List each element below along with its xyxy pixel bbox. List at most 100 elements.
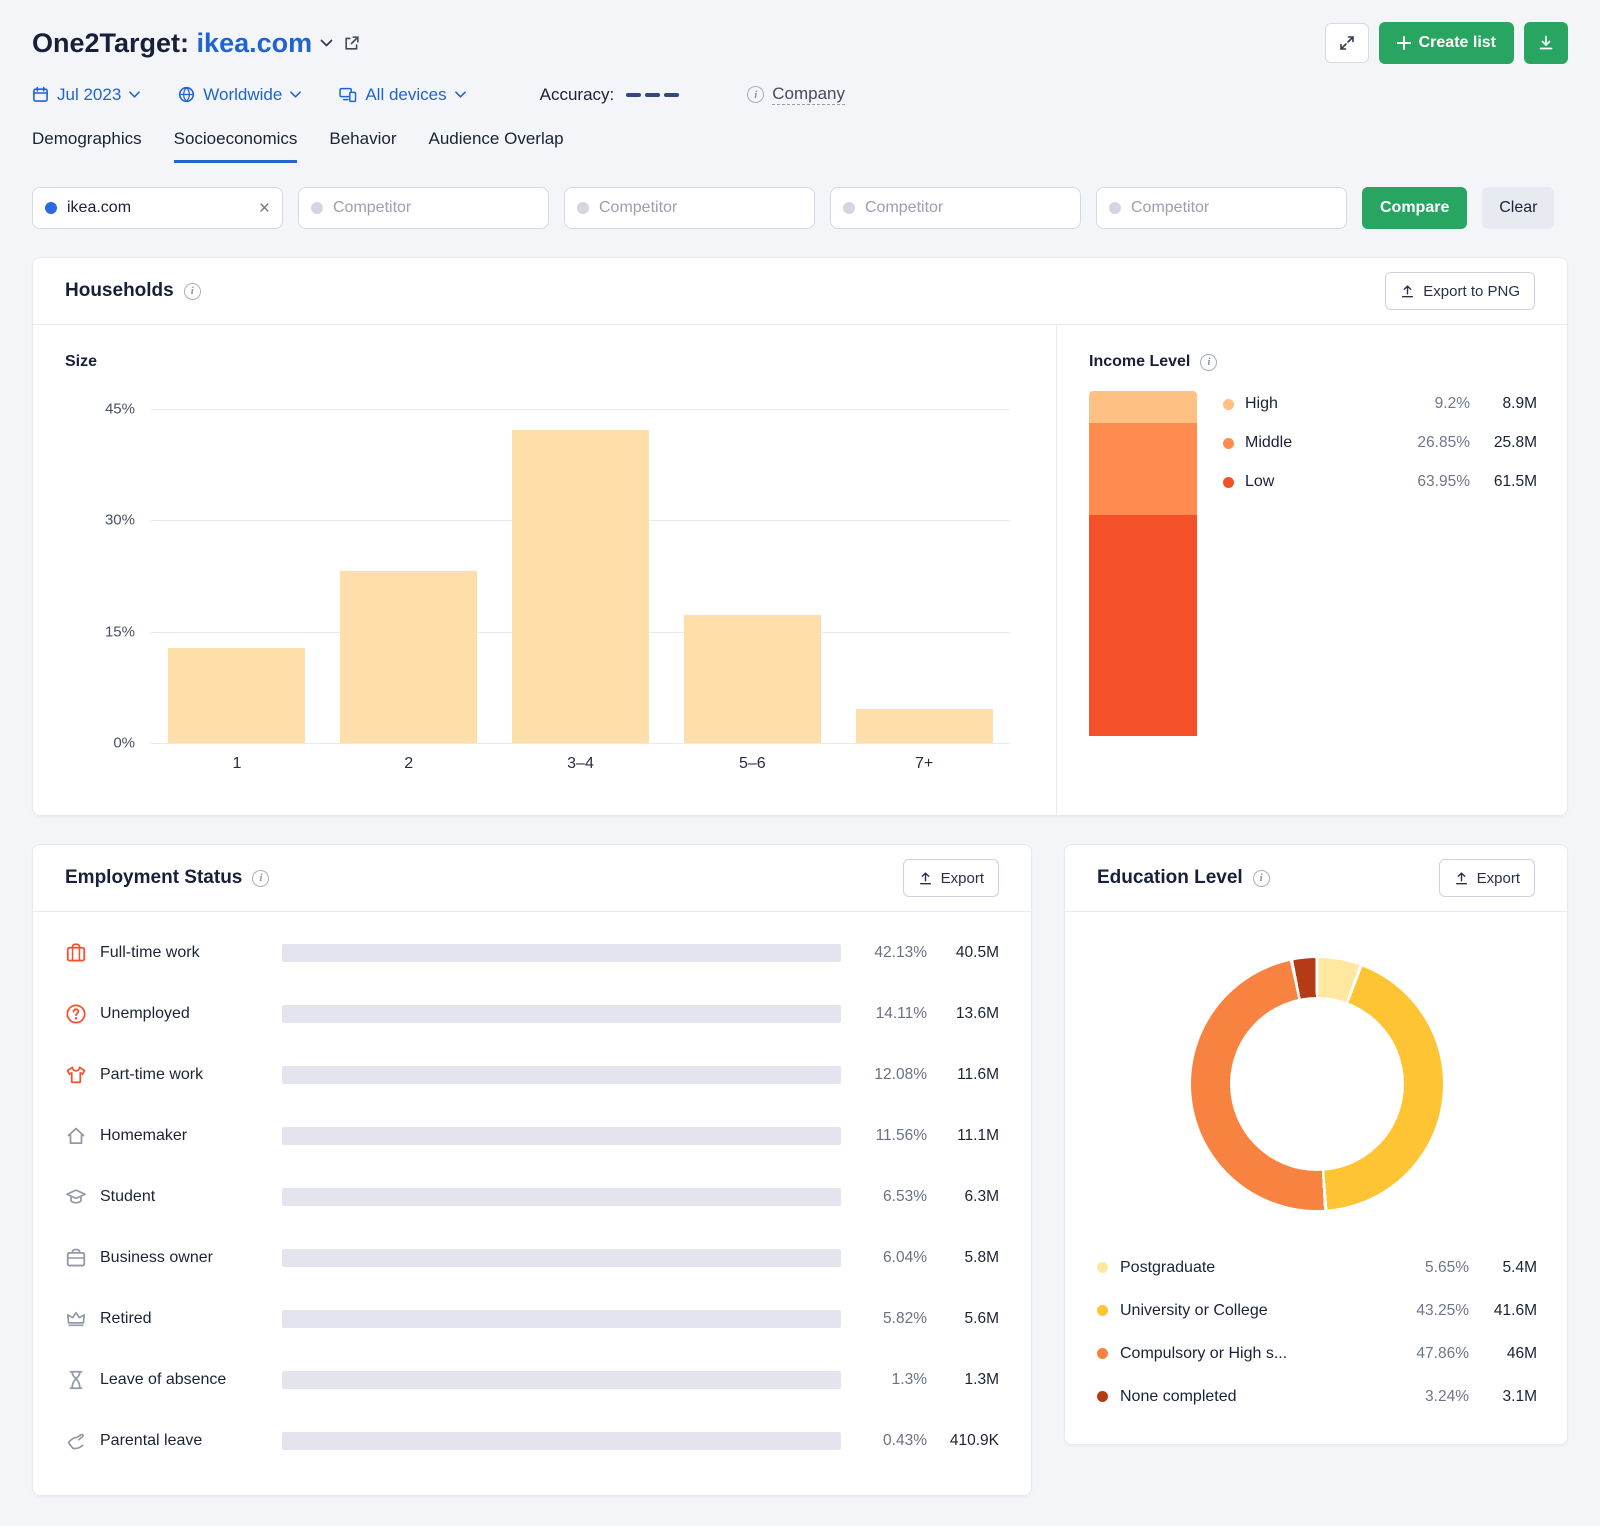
legend-value: 61.5M — [1493, 473, 1537, 490]
create-list-button[interactable]: Create list — [1378, 22, 1514, 64]
legend-label: Middle — [1245, 434, 1293, 451]
employment-bar[interactable] — [282, 1370, 841, 1389]
employment-row: Part-time work 12.08% 11.6M — [65, 1044, 999, 1105]
chevron-down-icon — [290, 91, 302, 98]
export-to-png-button[interactable]: Export to PNG — [1385, 272, 1535, 310]
tab-demographics[interactable]: Demographics — [32, 129, 142, 163]
employment-bar[interactable] — [282, 1309, 841, 1328]
info-icon[interactable]: i — [252, 869, 270, 887]
crown-icon — [65, 1308, 87, 1330]
competitor-chip[interactable]: ikea.com × — [32, 187, 283, 229]
close-icon[interactable]: × — [259, 199, 270, 218]
company-label: Company — [772, 84, 846, 105]
chevron-down-icon[interactable] — [320, 39, 333, 47]
clear-button[interactable]: Clear — [1482, 187, 1555, 229]
employment-percent: 6.04% — [883, 1248, 927, 1266]
company-link[interactable]: i Company — [747, 84, 846, 105]
employment-bar[interactable] — [282, 1431, 841, 1450]
income-legend-row: Middle 26.85% 25.8M — [1223, 434, 1537, 452]
income-segment-high[interactable] — [1089, 391, 1197, 423]
legend-label: None completed — [1120, 1387, 1237, 1405]
competitor-bar: ikea.com × Compare Clear — [32, 187, 1568, 229]
competitor-dot — [843, 202, 855, 214]
employment-bar[interactable] — [282, 1004, 841, 1023]
size-bar[interactable] — [168, 648, 306, 743]
legend-percent: 43.25% — [1416, 1301, 1469, 1319]
employment-percent: 1.3% — [891, 1370, 927, 1388]
x-axis-label: 7+ — [914, 755, 934, 772]
employment-bar[interactable] — [282, 943, 841, 962]
education-legend-row: Compulsory or High s... 47.86% 46M — [1097, 1332, 1537, 1375]
globe-icon — [179, 86, 195, 103]
compare-button[interactable]: Compare — [1362, 187, 1468, 229]
education-export-label: Export — [1476, 869, 1520, 887]
legend-label: Postgraduate — [1120, 1258, 1216, 1276]
header: One2Target: ikea.com Create list — [32, 22, 1568, 64]
employment-row: Parental leave 0.43% 410.9K — [65, 1410, 999, 1471]
competitor-input[interactable] — [1131, 199, 1334, 217]
legend-percent: 63.95% — [1417, 473, 1470, 490]
income-level-section: Income Level i High 9.2% 8.9M Middle 26.… — [1056, 325, 1567, 815]
y-axis-label: 45% — [104, 400, 135, 418]
region-filter-label: Worldwide — [203, 84, 283, 104]
tab-socioeconomics[interactable]: Socioeconomics — [173, 129, 298, 163]
info-icon[interactable]: i — [1252, 869, 1270, 887]
size-bar[interactable] — [511, 429, 649, 743]
size-bar[interactable] — [855, 708, 993, 743]
calendar-icon — [33, 86, 48, 102]
tab-behavior[interactable]: Behavior — [329, 129, 396, 163]
employment-export-button[interactable]: Export — [902, 859, 999, 897]
income-segment-middle[interactable] — [1089, 422, 1197, 516]
employment-bar[interactable] — [282, 1065, 841, 1084]
employment-value: 6.3M — [964, 1187, 999, 1205]
download-button[interactable] — [1524, 22, 1568, 64]
legend-dot — [1223, 398, 1234, 410]
competitor-input-4[interactable] — [1096, 187, 1347, 229]
tab-audience-overlap[interactable]: Audience Overlap — [429, 129, 564, 163]
external-link-icon[interactable] — [343, 35, 360, 52]
competitor-input[interactable] — [599, 199, 802, 217]
income-legend-row: High 9.2% 8.9M — [1223, 395, 1537, 413]
expand-button[interactable] — [1324, 23, 1369, 63]
chip-domain-label: ikea.com — [67, 199, 132, 216]
employment-percent: 5.82% — [883, 1309, 927, 1327]
education-export-button[interactable]: Export — [1438, 859, 1535, 897]
size-bar[interactable] — [683, 615, 821, 743]
employment-bar[interactable] — [282, 1126, 841, 1145]
education-donut[interactable] — [1191, 958, 1443, 1210]
devices-filter[interactable]: All devices — [339, 85, 466, 105]
employment-label: Parental leave — [100, 1431, 203, 1449]
competitor-input[interactable] — [333, 199, 536, 217]
competitor-input-3[interactable] — [830, 187, 1081, 229]
hourglass-icon — [65, 1369, 87, 1391]
legend-value: 41.6M — [1493, 1301, 1537, 1319]
domain-link[interactable]: ikea.com — [197, 28, 313, 58]
export-to-png-label: Export to PNG — [1423, 282, 1520, 300]
households-title: Households — [65, 280, 174, 301]
competitor-input[interactable] — [865, 199, 1068, 217]
info-icon[interactable]: i — [1200, 353, 1218, 371]
accuracy-indicator: Accuracy: — [540, 85, 680, 105]
income-segment-low[interactable] — [1089, 515, 1197, 736]
employment-percent: 0.43% — [883, 1431, 927, 1449]
competitor-input-1[interactable] — [298, 187, 549, 229]
y-axis-label: 30% — [104, 511, 135, 529]
size-bar[interactable] — [340, 570, 478, 743]
accuracy-meter — [626, 92, 680, 97]
region-filter[interactable]: Worldwide — [178, 84, 302, 105]
households-card: Households i Export to PNG Size 45% 30% — [32, 257, 1568, 816]
employment-bar[interactable] — [282, 1248, 841, 1267]
date-filter[interactable]: Jul 2023 — [32, 85, 141, 105]
employment-bar[interactable] — [282, 1187, 841, 1206]
employment-label: Homemaker — [100, 1126, 188, 1144]
education-level-card: Education Level i Export Postgraduate 5.… — [1064, 844, 1568, 1445]
household-size-chart: Size 45% 30% 15% 0% 1 2 3–4 5–6 7+ — [33, 325, 1056, 815]
employment-label: Full-time work — [100, 943, 200, 961]
info-icon: i — [747, 86, 765, 103]
export-icon — [919, 871, 931, 884]
chevron-down-icon — [454, 91, 466, 98]
competitor-dot — [577, 202, 589, 214]
briefcase-icon — [65, 1247, 87, 1269]
competitor-input-2[interactable] — [564, 187, 815, 229]
info-icon[interactable]: i — [183, 282, 201, 300]
